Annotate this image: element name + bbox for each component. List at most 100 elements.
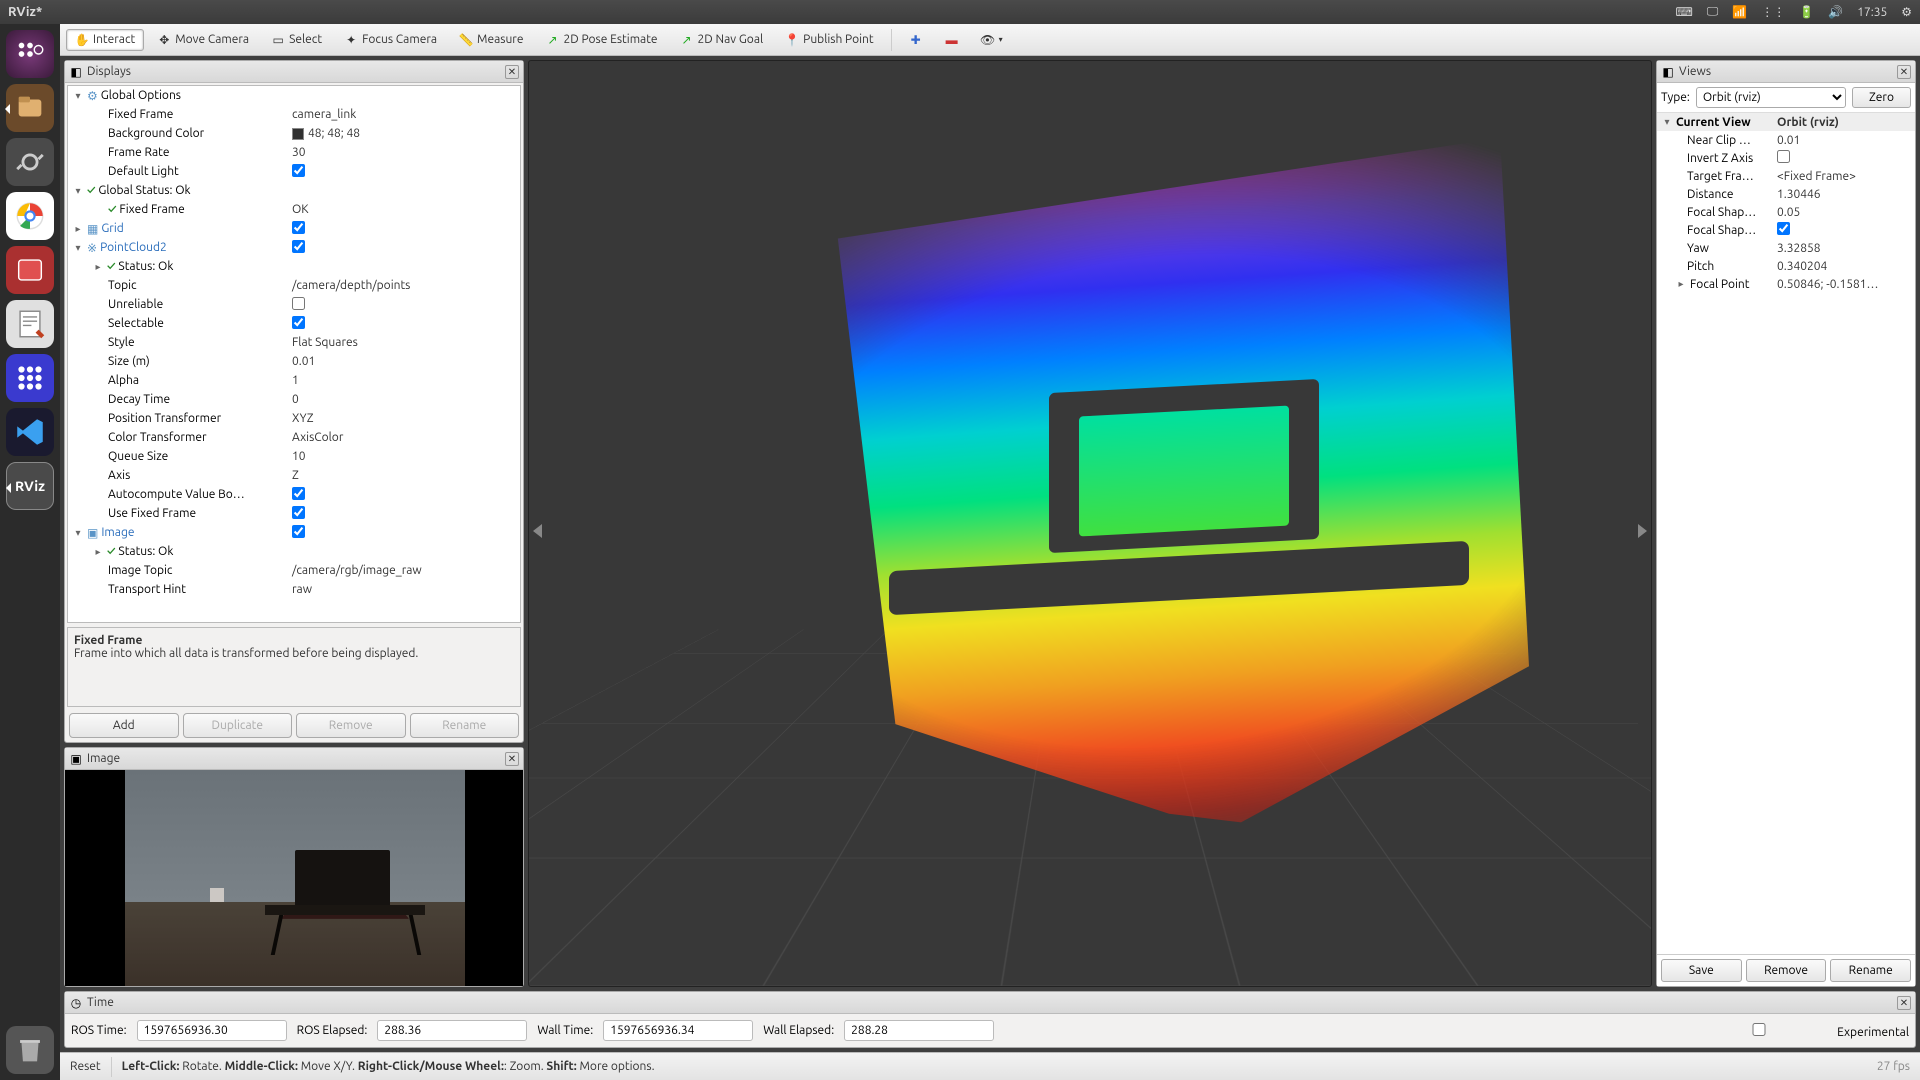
autocompute-checkbox[interactable] xyxy=(292,487,305,500)
move-icon: ✥ xyxy=(157,33,171,47)
launcher-trash[interactable] xyxy=(6,1026,54,1074)
3d-viewport[interactable] xyxy=(528,60,1652,987)
launcher-rviz[interactable]: RViz xyxy=(6,462,54,510)
expander-icon[interactable]: ▸ xyxy=(92,261,104,273)
minus-icon: ▬ xyxy=(945,33,959,47)
wall-elapsed-label: Wall Elapsed: xyxy=(763,1024,834,1037)
experimental-checkbox-label[interactable]: Experimental xyxy=(1684,1023,1909,1039)
remove-button[interactable]: Remove xyxy=(296,713,406,738)
selectable-checkbox[interactable] xyxy=(292,316,305,329)
tool-view-options[interactable]: 👁▾ xyxy=(972,29,1012,51)
default-light-checkbox[interactable] xyxy=(292,164,305,177)
image-checkbox[interactable] xyxy=(292,525,305,538)
focus-icon: ✦ xyxy=(344,33,358,47)
viewport-nav-right[interactable] xyxy=(1638,524,1647,538)
invert-z-checkbox[interactable] xyxy=(1777,150,1790,163)
views-save-button[interactable]: Save xyxy=(1661,959,1742,982)
plus-icon: ✚ xyxy=(909,33,923,47)
focal-shape-checkbox[interactable] xyxy=(1777,222,1790,235)
tool-move-camera[interactable]: ✥Move Camera xyxy=(148,29,258,51)
displays-tree[interactable]: ▾⚙Global Options Fixed Framecamera_link … xyxy=(67,85,521,623)
views-type-label: Type: xyxy=(1661,91,1690,104)
tool-measure[interactable]: 📏Measure xyxy=(450,29,532,51)
unreliable-checkbox[interactable] xyxy=(292,297,305,310)
tool-remove-marker[interactable]: ▬ xyxy=(936,29,968,51)
duplicate-button[interactable]: Duplicate xyxy=(183,713,293,738)
expander-icon[interactable]: ▾ xyxy=(72,242,84,254)
image-close-button[interactable]: ✕ xyxy=(505,752,519,766)
window-title: RViz* xyxy=(8,5,1675,19)
window-titlebar: RViz* ⌨ 🖵 📶 ⋮⋮ 🔋 🔊 17:35 ⚙ xyxy=(0,0,1920,24)
display-icon[interactable]: 🖵 xyxy=(1707,5,1719,19)
arrow-green-icon: ↗ xyxy=(680,33,694,47)
use-fixed-checkbox[interactable] xyxy=(292,506,305,519)
image-icon: ▣ xyxy=(69,752,83,766)
image-icon: ▣ xyxy=(87,526,98,540)
tool-2d-nav-goal[interactable]: ↗2D Nav Goal xyxy=(671,29,773,51)
launcher-files[interactable] xyxy=(6,84,54,132)
viewport-nav-left[interactable] xyxy=(533,524,542,538)
wifi-icon[interactable]: 📶 xyxy=(1732,5,1747,19)
views-panel: ◧ Views ✕ Type: Orbit (rviz) Zero ▾Curre… xyxy=(1656,60,1916,987)
ros-elapsed-field[interactable] xyxy=(377,1020,527,1041)
rename-button[interactable]: Rename xyxy=(410,713,520,738)
views-zero-button[interactable]: Zero xyxy=(1852,87,1911,108)
tool-interact[interactable]: ✋Interact xyxy=(66,29,144,51)
clock[interactable]: 17:35 xyxy=(1857,6,1887,19)
launcher-app-grid[interactable] xyxy=(6,354,54,402)
tool-add-marker[interactable]: ✚ xyxy=(900,29,932,51)
system-tray: ⌨ 🖵 📶 ⋮⋮ 🔋 🔊 17:35 ⚙ xyxy=(1675,5,1912,19)
views-rename-button[interactable]: Rename xyxy=(1830,959,1911,982)
check-icon xyxy=(87,184,95,197)
tool-2d-pose-estimate[interactable]: ↗2D Pose Estimate xyxy=(536,29,666,51)
keyboard-icon[interactable]: ⌨ xyxy=(1675,5,1692,19)
displays-close-button[interactable]: ✕ xyxy=(505,65,519,79)
launcher-screenshot[interactable] xyxy=(6,246,54,294)
displays-description: Fixed Frame Frame into which all data is… xyxy=(67,627,521,707)
expander-icon[interactable]: ▸ xyxy=(72,223,84,235)
launcher-dash[interactable] xyxy=(6,30,54,78)
expander-icon[interactable]: ▾ xyxy=(72,527,84,539)
views-type-select[interactable]: Orbit (rviz) xyxy=(1696,87,1846,108)
bluetooth-icon[interactable]: ⋮⋮ xyxy=(1761,5,1785,19)
add-button[interactable]: Add xyxy=(69,713,179,738)
launcher-system-settings[interactable] xyxy=(6,138,54,186)
ros-elapsed-label: ROS Elapsed: xyxy=(297,1024,368,1037)
eye-icon: 👁 xyxy=(981,33,995,47)
wall-elapsed-field[interactable] xyxy=(844,1020,994,1041)
expander-icon[interactable]: ▾ xyxy=(72,90,84,102)
rviz-toolbar: ✋Interact ✥Move Camera ▭Select ✦Focus Ca… xyxy=(60,24,1920,56)
expander-icon[interactable]: ▸ xyxy=(92,546,104,558)
expander-icon[interactable]: ▾ xyxy=(72,185,84,197)
launcher-vscode[interactable] xyxy=(6,408,54,456)
check-icon xyxy=(107,260,115,273)
ros-time-field[interactable] xyxy=(137,1020,287,1041)
wall-time-field[interactable] xyxy=(603,1020,753,1041)
time-close-button[interactable]: ✕ xyxy=(1897,996,1911,1010)
battery-icon[interactable]: 🔋 xyxy=(1799,5,1814,19)
views-remove-button[interactable]: Remove xyxy=(1746,959,1827,982)
views-tree[interactable]: ▾Current ViewOrbit (rviz) Near Clip …0.0… xyxy=(1657,113,1915,954)
launcher-text-editor[interactable] xyxy=(6,300,54,348)
grid-icon: ▦ xyxy=(87,222,98,236)
camera-image-view[interactable] xyxy=(65,770,523,986)
tool-publish-point[interactable]: 📍Publish Point xyxy=(776,29,882,51)
gear-icon[interactable]: ⚙ xyxy=(1901,5,1912,19)
experimental-checkbox[interactable] xyxy=(1684,1023,1834,1036)
views-close-button[interactable]: ✕ xyxy=(1897,65,1911,79)
image-panel: ▣ Image ✕ xyxy=(64,747,524,987)
ros-time-label: ROS Time: xyxy=(71,1024,127,1037)
tool-focus-camera[interactable]: ✦Focus Camera xyxy=(335,29,446,51)
check-icon xyxy=(108,203,116,216)
volume-icon[interactable]: 🔊 xyxy=(1828,5,1843,19)
select-icon: ▭ xyxy=(271,33,285,47)
arrow-green-icon: ↗ xyxy=(545,33,559,47)
reset-button[interactable]: Reset xyxy=(70,1060,101,1073)
launcher-chrome[interactable] xyxy=(6,192,54,240)
time-panel: ◷ Time ✕ ROS Time: ROS Elapsed: Wall Tim… xyxy=(64,991,1916,1048)
pointcloud-checkbox[interactable] xyxy=(292,240,305,253)
tool-select[interactable]: ▭Select xyxy=(262,29,331,51)
chevron-down-icon: ▾ xyxy=(999,35,1003,44)
status-bar: Reset Left-Click: Rotate. Middle-Click: … xyxy=(60,1052,1920,1080)
grid-checkbox[interactable] xyxy=(292,221,305,234)
